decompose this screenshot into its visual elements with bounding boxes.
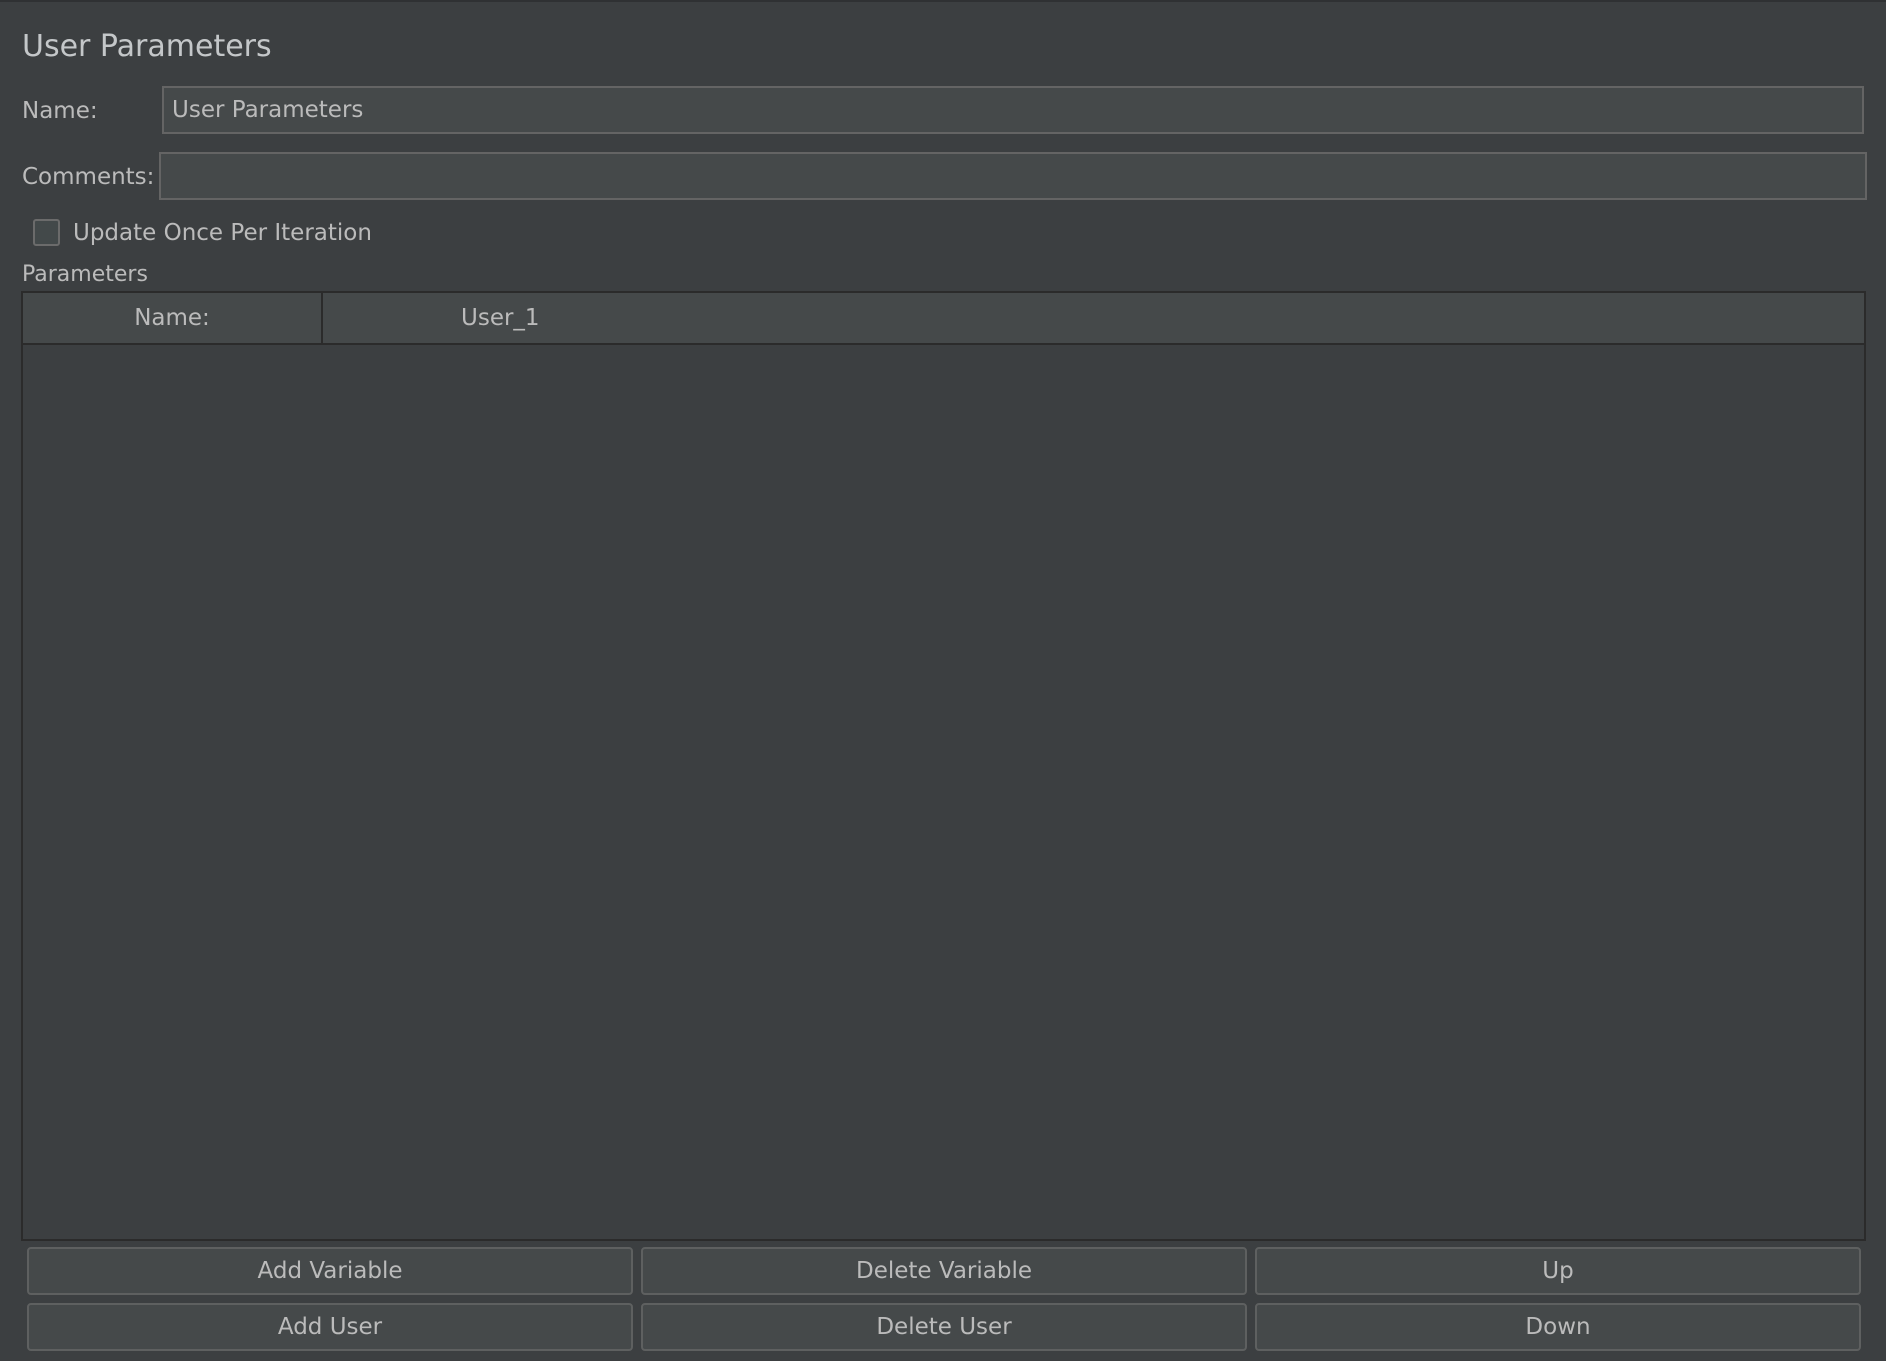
comments-label: Comments: xyxy=(22,164,155,190)
parameters-table[interactable]: Name: User_1 xyxy=(21,291,1866,1241)
update-once-label[interactable]: Update Once Per Iteration xyxy=(73,220,372,246)
delete-variable-button[interactable]: Delete Variable xyxy=(641,1247,1247,1295)
name-label: Name: xyxy=(22,98,98,124)
panel-title: User Parameters xyxy=(22,29,272,64)
user-parameters-panel: User Parameters Name: Comments: Update O… xyxy=(0,0,1886,1361)
delete-user-button[interactable]: Delete User xyxy=(641,1303,1247,1351)
update-once-checkbox[interactable] xyxy=(33,219,60,246)
column-header-user-1[interactable]: User_1 xyxy=(323,293,1864,343)
add-user-button[interactable]: Add User xyxy=(27,1303,633,1351)
parameters-section-label: Parameters xyxy=(22,262,148,287)
add-variable-button[interactable]: Add Variable xyxy=(27,1247,633,1295)
up-button[interactable]: Up xyxy=(1255,1247,1861,1295)
down-button[interactable]: Down xyxy=(1255,1303,1861,1351)
name-input[interactable] xyxy=(162,86,1864,134)
comments-input[interactable] xyxy=(159,152,1867,200)
column-header-name[interactable]: Name: xyxy=(23,293,323,343)
table-header: Name: User_1 xyxy=(23,293,1864,345)
